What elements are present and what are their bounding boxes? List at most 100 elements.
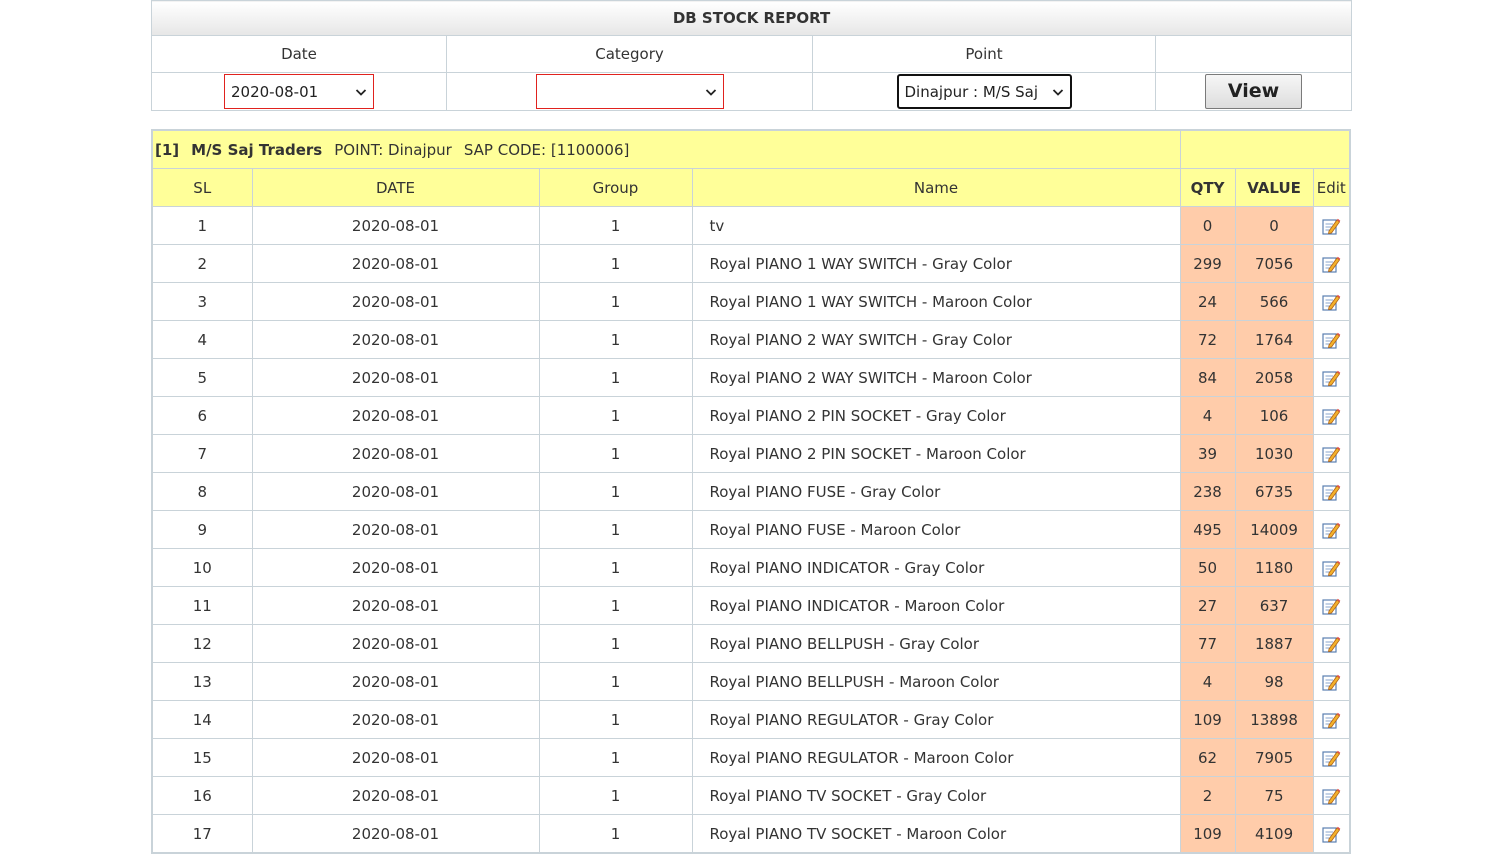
table-row: 8 2020-08-01 1 Royal PIANO FUSE - Gray Colo… — [151, 472, 1351, 511]
cell-qty: 109 — [1179, 814, 1236, 854]
cell-qty: 77 — [1179, 624, 1236, 663]
cell-date: 2020-08-01 — [251, 282, 540, 321]
cell-name: Royal PIANO BELLPUSH - Gray Color — [691, 624, 1181, 663]
table-row: 6 2020-08-01 1 Royal PIANO 2 PIN SOCKET - G… — [151, 396, 1351, 435]
stock-report-table: [1] M/S Saj Traders POINT: Dinajpur SAP COD… — [151, 129, 1352, 854]
edit-pencil-icon[interactable] — [1321, 710, 1341, 730]
cell-value: 6735 — [1234, 472, 1314, 511]
cell-value: 2058 — [1234, 358, 1314, 397]
cell-edit — [1312, 320, 1351, 359]
cell-sl: 7 — [151, 434, 253, 473]
table-row: 3 2020-08-01 1 Royal PIANO 1 WAY SWITCH - M… — [151, 282, 1351, 321]
edit-pencil-icon[interactable] — [1321, 748, 1341, 768]
cell-value: 4109 — [1234, 814, 1314, 854]
table-row: 17 2020-08-01 1 Royal PIANO TV SOCKET - Mar… — [151, 814, 1351, 854]
edit-pencil-icon[interactable] — [1321, 482, 1341, 502]
category-label: Category — [446, 35, 813, 73]
edit-pencil-icon[interactable] — [1321, 254, 1341, 274]
cell-date: 2020-08-01 — [251, 434, 540, 473]
cell-date: 2020-08-01 — [251, 700, 540, 739]
col-header-sl: SL — [151, 168, 253, 207]
chevron-down-icon — [355, 88, 367, 96]
cell-qty: 4 — [1179, 396, 1236, 435]
cell-name: Royal PIANO FUSE - Maroon Color — [691, 510, 1181, 549]
cell-date: 2020-08-01 — [251, 814, 540, 854]
cell-name: Royal PIANO INDICATOR - Gray Color — [691, 548, 1181, 587]
point-select[interactable]: Dinajpur : M/S Saj — [896, 74, 1072, 109]
edit-pencil-icon[interactable] — [1321, 330, 1341, 350]
cell-name: Royal PIANO 2 PIN SOCKET - Maroon Color — [691, 434, 1181, 473]
edit-pencil-icon[interactable] — [1321, 368, 1341, 388]
cell-value: 7056 — [1234, 244, 1314, 283]
chevron-down-icon — [705, 88, 716, 96]
edit-pencil-icon[interactable] — [1321, 634, 1341, 654]
cell-edit — [1312, 396, 1351, 435]
cell-sl: 9 — [151, 510, 253, 549]
cell-value: 1030 — [1234, 434, 1314, 473]
cell-group: 1 — [538, 738, 693, 777]
point-cell: Dinajpur : M/S Saj — [812, 72, 1156, 111]
edit-pencil-icon[interactable] — [1321, 672, 1341, 692]
report-filter-form: DB STOCK REPORT Date Category Point 2020… — [150, 0, 1353, 111]
edit-pencil-icon[interactable] — [1321, 292, 1341, 312]
cell-date: 2020-08-01 — [251, 320, 540, 359]
edit-pencil-icon[interactable] — [1321, 444, 1341, 464]
table-row: 4 2020-08-01 1 Royal PIANO 2 WAY SWITCH - G… — [151, 320, 1351, 359]
category-cell — [446, 72, 813, 111]
col-header-name: Name — [691, 168, 1181, 207]
dealer-point: POINT: Dinajpur — [334, 140, 452, 159]
table-row: 9 2020-08-01 1 Royal PIANO FUSE - Maroon Co… — [151, 510, 1351, 549]
edit-pencil-icon[interactable] — [1321, 558, 1341, 578]
view-button[interactable]: View — [1205, 74, 1303, 109]
dealer-header: [1] M/S Saj Traders POINT: Dinajpur SAP COD… — [151, 129, 1181, 169]
table-row: 14 2020-08-01 1 Royal PIANO REGULATOR - Gra… — [151, 700, 1351, 739]
cell-value: 566 — [1234, 282, 1314, 321]
cell-date: 2020-08-01 — [251, 738, 540, 777]
cell-edit — [1312, 548, 1351, 587]
chevron-down-icon — [1052, 88, 1063, 96]
cell-edit — [1312, 244, 1351, 283]
cell-edit — [1312, 662, 1351, 701]
cell-value: 13898 — [1234, 700, 1314, 739]
cell-group: 1 — [538, 548, 693, 587]
table-row: 12 2020-08-01 1 Royal PIANO BELLPUSH - Gray… — [151, 624, 1351, 663]
table-body: 1 2020-08-01 1 tv 0 0 2 2020-08-01 1 Royal PIANO … — [151, 206, 1351, 854]
col-header-edit: Edit — [1312, 168, 1351, 207]
cell-value: 0 — [1234, 206, 1314, 245]
edit-pencil-icon[interactable] — [1321, 824, 1341, 844]
dealer-header-spacer — [1179, 129, 1351, 169]
cell-sl: 5 — [151, 358, 253, 397]
cell-group: 1 — [538, 396, 693, 435]
cell-qty: 62 — [1179, 738, 1236, 777]
cell-edit — [1312, 510, 1351, 549]
cell-name: Royal PIANO 2 PIN SOCKET - Gray Color — [691, 396, 1181, 435]
dealer-name: M/S Saj Traders — [191, 140, 323, 159]
edit-pencil-icon[interactable] — [1321, 406, 1341, 426]
table-row: 5 2020-08-01 1 Royal PIANO 2 WAY SWITCH - M… — [151, 358, 1351, 397]
category-select[interactable] — [535, 74, 724, 109]
cell-name: Royal PIANO INDICATOR - Maroon Color — [691, 586, 1181, 625]
cell-edit — [1312, 282, 1351, 321]
cell-edit — [1312, 700, 1351, 739]
edit-pencil-icon[interactable] — [1321, 520, 1341, 540]
table-row: 1 2020-08-01 1 tv 0 0 — [151, 206, 1351, 245]
date-select[interactable]: 2020-08-01 — [224, 74, 374, 109]
cell-group: 1 — [538, 814, 693, 854]
date-select-value: 2020-08-01 — [231, 82, 319, 101]
cell-date: 2020-08-01 — [251, 586, 540, 625]
edit-pencil-icon[interactable] — [1321, 596, 1341, 616]
cell-edit — [1312, 624, 1351, 663]
point-select-value: Dinajpur : M/S Saj — [904, 82, 1039, 101]
cell-value: 1887 — [1234, 624, 1314, 663]
table-row: 15 2020-08-01 1 Royal PIANO REGULATOR - Mar… — [151, 738, 1351, 777]
cell-name: Royal PIANO BELLPUSH - Maroon Color — [691, 662, 1181, 701]
cell-group: 1 — [538, 244, 693, 283]
dealer-index: [1] — [155, 140, 180, 159]
cell-value: 98 — [1234, 662, 1314, 701]
edit-pencil-icon[interactable] — [1321, 216, 1341, 236]
cell-sl: 16 — [151, 776, 253, 815]
cell-group: 1 — [538, 586, 693, 625]
cell-group: 1 — [538, 662, 693, 701]
cell-date: 2020-08-01 — [251, 624, 540, 663]
edit-pencil-icon[interactable] — [1321, 786, 1341, 806]
